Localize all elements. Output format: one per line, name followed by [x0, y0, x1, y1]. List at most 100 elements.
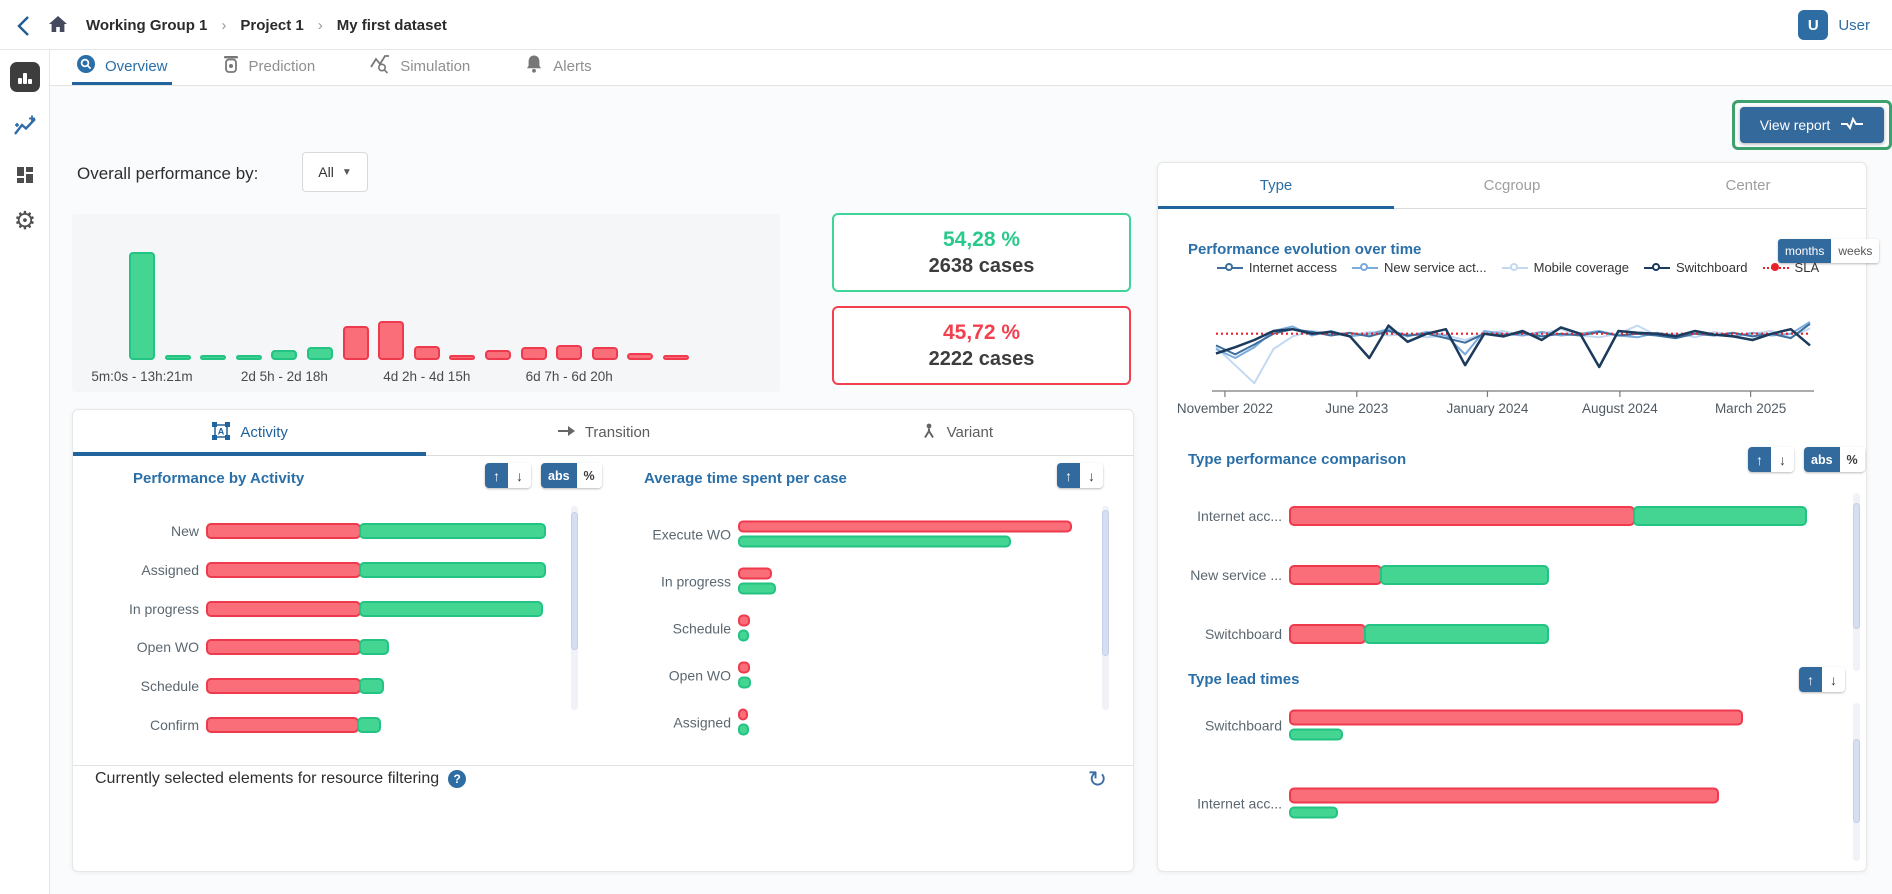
- green-bar[interactable]: [738, 724, 749, 736]
- dashboard-icon[interactable]: [10, 160, 40, 190]
- sort-asc-button[interactable]: ↑: [1057, 463, 1080, 488]
- histogram-bar[interactable]: [414, 346, 440, 360]
- back-icon[interactable]: [12, 13, 38, 39]
- histogram-bar[interactable]: [271, 350, 297, 360]
- histogram-bar[interactable]: [378, 321, 404, 360]
- red-bar[interactable]: [1289, 788, 1719, 804]
- green-bar[interactable]: [1289, 729, 1343, 741]
- scrollbar[interactable]: [1853, 703, 1860, 861]
- red-bar[interactable]: [738, 615, 750, 627]
- histogram-bar[interactable]: [485, 350, 511, 360]
- green-bar[interactable]: [738, 536, 1011, 548]
- sort-asc-button[interactable]: ↑: [485, 463, 508, 488]
- legend-item[interactable]: Switchboard: [1644, 260, 1748, 275]
- tab-prediction[interactable]: Prediction: [218, 50, 320, 85]
- red-bar[interactable]: [206, 523, 361, 539]
- help-icon[interactable]: ?: [448, 770, 466, 788]
- scrollbar[interactable]: [571, 506, 578, 710]
- green-bar[interactable]: [359, 523, 546, 539]
- red-bar[interactable]: [206, 678, 361, 694]
- row-bars: [738, 709, 749, 736]
- abs-toggle[interactable]: abs: [1804, 447, 1840, 472]
- histogram-bar[interactable]: [200, 355, 226, 360]
- scrollbar[interactable]: [1853, 493, 1860, 671]
- histogram-bar[interactable]: [627, 353, 653, 360]
- red-bar[interactable]: [206, 639, 361, 655]
- green-bar[interactable]: [1289, 807, 1338, 819]
- insights-icon[interactable]: [10, 112, 40, 142]
- green-bar[interactable]: [738, 583, 776, 595]
- percent-toggle[interactable]: %: [1840, 447, 1865, 472]
- scrollbar[interactable]: [1102, 506, 1109, 710]
- green-bar[interactable]: [357, 717, 381, 733]
- green-bar[interactable]: [738, 677, 751, 689]
- red-bar[interactable]: [738, 568, 772, 580]
- sort-asc-button[interactable]: ↑: [1799, 667, 1822, 692]
- scrollbar-thumb[interactable]: [1102, 510, 1109, 656]
- histogram-bar[interactable]: [307, 347, 333, 360]
- tab-variant[interactable]: Variant: [780, 410, 1133, 455]
- sort-asc-button[interactable]: ↑: [1748, 447, 1771, 472]
- user-area[interactable]: U User: [1798, 0, 1870, 50]
- scrollbar-thumb[interactable]: [571, 512, 578, 650]
- histogram-bar[interactable]: [521, 347, 547, 360]
- avatar[interactable]: U: [1798, 10, 1828, 40]
- green-bar[interactable]: [359, 601, 543, 617]
- analytics-icon[interactable]: [10, 62, 40, 92]
- histogram-bar[interactable]: [449, 355, 475, 360]
- scrollbar-thumb[interactable]: [1853, 503, 1860, 629]
- green-bar[interactable]: [1364, 624, 1549, 644]
- histogram-bar[interactable]: [236, 355, 262, 360]
- green-bar[interactable]: [359, 678, 384, 694]
- view-report-button[interactable]: View report: [1740, 107, 1884, 143]
- red-bar[interactable]: [738, 709, 748, 721]
- breadcrumb-item[interactable]: Working Group 1: [86, 17, 207, 34]
- histogram-bar[interactable]: [556, 345, 582, 360]
- row-bars: [738, 662, 751, 689]
- scrollbar-thumb[interactable]: [1853, 739, 1860, 823]
- red-bar[interactable]: [738, 662, 750, 674]
- breadcrumb-item[interactable]: My first dataset: [337, 17, 447, 34]
- refresh-icon[interactable]: ↻: [1088, 766, 1107, 793]
- red-bar[interactable]: [206, 717, 359, 733]
- green-bar[interactable]: [359, 562, 546, 578]
- tab-simulation[interactable]: Simulation: [365, 50, 474, 85]
- red-bar[interactable]: [1289, 710, 1743, 726]
- red-bar[interactable]: [738, 521, 1072, 533]
- legend-item[interactable]: SLA: [1763, 260, 1820, 275]
- histogram-bar[interactable]: [129, 252, 155, 360]
- tab-activity[interactable]: A Activity: [73, 410, 426, 455]
- tab-alerts[interactable]: Alerts: [520, 50, 595, 85]
- tab-transition[interactable]: Transition: [426, 410, 779, 455]
- tab-overview[interactable]: Overview: [72, 50, 172, 85]
- green-bar[interactable]: [359, 639, 389, 655]
- tab-type[interactable]: Type: [1158, 163, 1394, 208]
- tab-center[interactable]: Center: [1630, 163, 1866, 208]
- histogram-bar[interactable]: [343, 326, 369, 361]
- breadcrumb-item[interactable]: Project 1: [240, 17, 303, 34]
- home-icon[interactable]: [46, 13, 70, 37]
- red-bar[interactable]: [1289, 506, 1635, 526]
- histogram-bar[interactable]: [663, 355, 689, 360]
- percent-toggle[interactable]: %: [577, 463, 602, 488]
- settings-gear-icon[interactable]: ⚙: [10, 206, 40, 236]
- green-bar[interactable]: [738, 630, 749, 642]
- performance-by-dropdown[interactable]: All ▼: [302, 152, 368, 192]
- histogram-bar[interactable]: [592, 347, 618, 360]
- sort-desc-button[interactable]: ↓: [1822, 667, 1845, 692]
- legend-item[interactable]: Mobile coverage: [1502, 260, 1629, 275]
- tab-ccgroup[interactable]: Ccgroup: [1394, 163, 1630, 208]
- sort-desc-button[interactable]: ↓: [1080, 463, 1103, 488]
- histogram-bar[interactable]: [165, 355, 191, 360]
- red-bar[interactable]: [1289, 565, 1382, 585]
- green-bar[interactable]: [1633, 506, 1807, 526]
- red-bar[interactable]: [206, 562, 361, 578]
- red-bar[interactable]: [1289, 624, 1366, 644]
- legend-item[interactable]: Internet access: [1217, 260, 1337, 275]
- red-bar[interactable]: [206, 601, 361, 617]
- sort-desc-button[interactable]: ↓: [1771, 447, 1794, 472]
- green-bar[interactable]: [1380, 565, 1549, 585]
- sort-desc-button[interactable]: ↓: [508, 463, 531, 488]
- legend-item[interactable]: New service act...: [1352, 260, 1487, 275]
- abs-toggle[interactable]: abs: [541, 463, 577, 488]
